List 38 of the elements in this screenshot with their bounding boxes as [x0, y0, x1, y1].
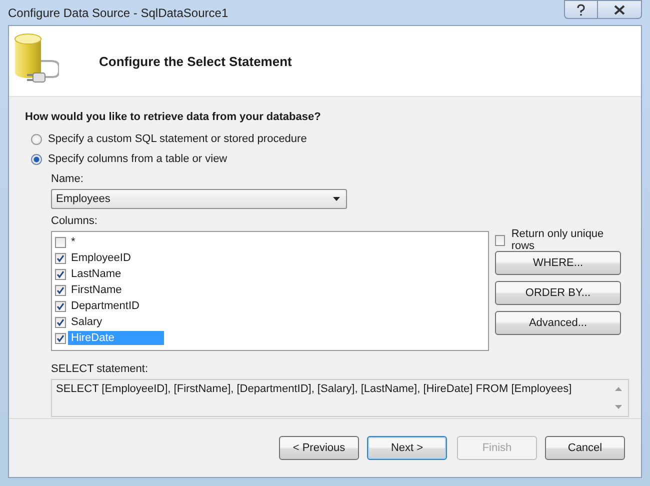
radio-label: Specify a custom SQL statement or stored procedure	[48, 133, 307, 145]
checkbox[interactable]	[55, 284, 66, 296]
close-icon	[614, 4, 625, 14]
columns-label: Columns:	[51, 214, 98, 229]
radio-label: Specify columns from a table or view	[48, 153, 228, 165]
select-statement-label: SELECT statement:	[51, 362, 150, 377]
radio-button[interactable]	[31, 154, 42, 164]
column-item[interactable]: Salary	[68, 315, 106, 329]
radio-button[interactable]	[31, 134, 42, 144]
column-item[interactable]: EmployeeID	[68, 251, 134, 265]
checkbox[interactable]	[55, 332, 66, 344]
help-button[interactable]	[564, 0, 598, 19]
name-dropdown[interactable]: Employees	[51, 189, 347, 209]
checkbox[interactable]	[55, 268, 66, 280]
column-item[interactable]: DepartmentID	[68, 299, 142, 313]
clause-button[interactable]: Advanced...	[495, 311, 621, 335]
column-item[interactable]: LastName	[68, 267, 124, 281]
column-item[interactable]: FirstName	[68, 283, 125, 297]
checkbox[interactable]	[55, 236, 66, 248]
question-label: How would you like to retrieve data from your database?	[25, 111, 322, 123]
checkbox[interactable]	[55, 316, 66, 328]
checkbox[interactable]	[55, 300, 66, 312]
wizard-button[interactable]: Cancel	[545, 436, 625, 460]
page-title: Configure the Select Statement	[99, 54, 292, 68]
help-icon	[576, 4, 586, 16]
columns-list[interactable]: * EmployeeID LastName FirstName DepartmentID Salary HireDate	[51, 231, 489, 351]
wizard-button[interactable]: Next >	[367, 436, 447, 460]
column-item[interactable]: *	[68, 235, 78, 249]
dropdown-arrow-icon	[333, 197, 340, 201]
name-label: Name:	[51, 172, 84, 187]
window-title: Configure Data Source - SqlDataSource1	[8, 6, 228, 20]
wizard-button[interactable]: < Previous	[279, 436, 359, 460]
close-button[interactable]	[598, 0, 642, 19]
clause-button[interactable]: WHERE...	[495, 251, 621, 275]
checkbox[interactable]	[55, 252, 66, 264]
checkbox[interactable]	[495, 234, 506, 246]
checkbox-label: Return only unique rows	[511, 228, 605, 252]
clause-button[interactable]: ORDER BY...	[495, 281, 621, 305]
